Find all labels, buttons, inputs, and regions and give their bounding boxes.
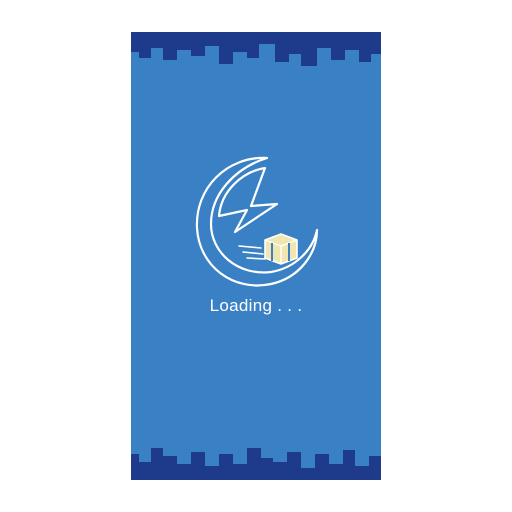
loading-label: Loading . . . — [209, 296, 303, 315]
crescent-delivery-logo — [195, 156, 319, 287]
package-box-icon — [264, 233, 298, 265]
skyline-top — [131, 32, 381, 66]
splash-screen: Loading . . . — [131, 32, 381, 480]
skyline-bottom — [131, 448, 381, 480]
